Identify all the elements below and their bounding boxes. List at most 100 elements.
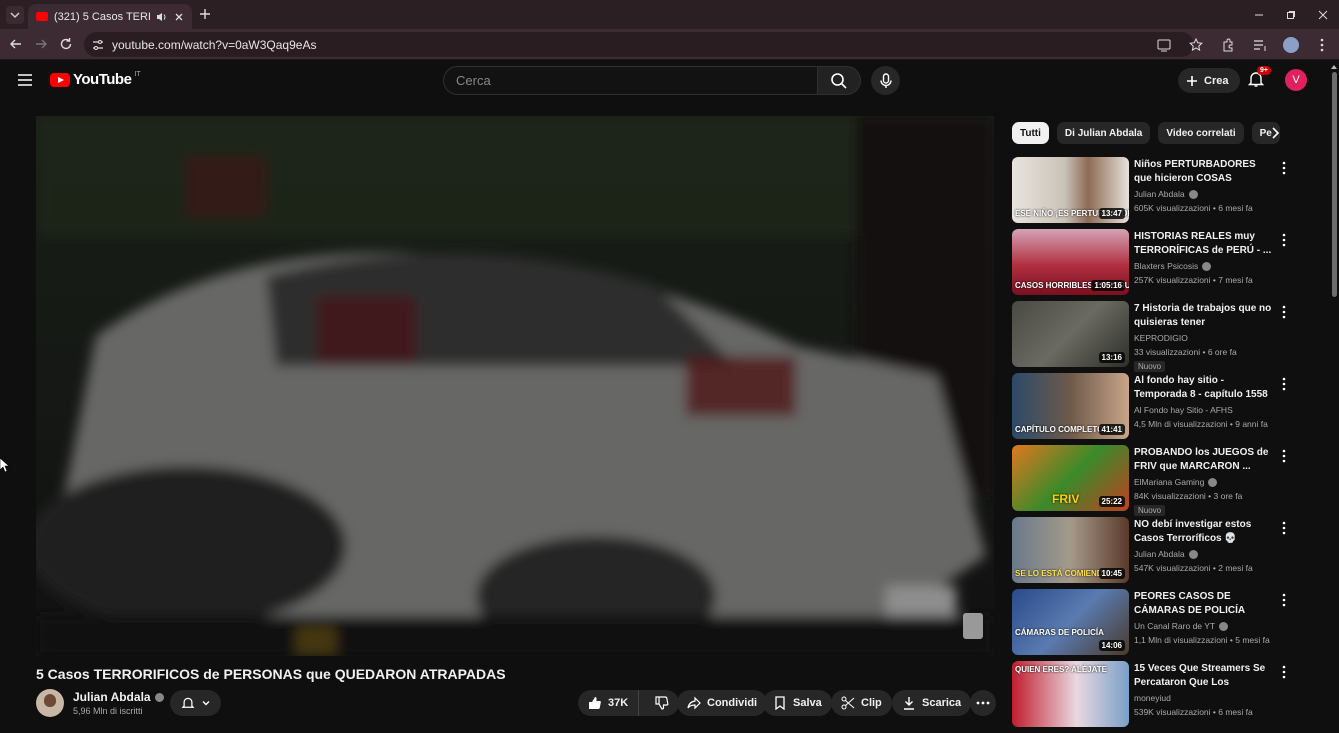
save-button[interactable]: Salva: [763, 690, 832, 716]
reload-icon[interactable]: [58, 36, 74, 52]
video-player[interactable]: [36, 116, 994, 656]
dislike-button[interactable]: [645, 696, 679, 710]
more-vertical-icon[interactable]: [1282, 377, 1286, 391]
media-control-icon[interactable]: [1251, 36, 1269, 54]
video-thumbnail[interactable]: CASOS HORRIBLES EN PERU 1:05:16: [1012, 229, 1129, 295]
recommendation-item[interactable]: CÁMARAS DE POLICÍA 14:06 PEORES CASOS DE…: [1012, 589, 1302, 661]
recommendation-item[interactable]: CAPÍTULO COMPLETO 1558 41:41 Al fondo ha…: [1012, 373, 1302, 445]
video-thumbnail[interactable]: SE LO ESTÁ COMIENDO 10:45: [1012, 517, 1129, 583]
clip-button[interactable]: Clip: [831, 690, 892, 716]
recommendation-item[interactable]: CASOS HORRIBLES EN PERU 1:05:16 HISTORIA…: [1012, 229, 1302, 301]
channel-name-wrap[interactable]: Julian Abdala: [73, 690, 164, 704]
channel-name[interactable]: Julian Abdala: [1134, 189, 1185, 199]
browser-tab-active[interactable]: (321) 5 Casos TERRORIFIC: [28, 4, 192, 29]
video-title[interactable]: HISTORIAS REALES muy TERRORÍFICAS de PER…: [1134, 230, 1274, 258]
recommendation-item[interactable]: ESE NIÑO ¡ES PERTURBADOR 13:47 Niños PER…: [1012, 157, 1302, 229]
hamburger-menu-icon[interactable]: [17, 73, 33, 87]
subscribed-bell-button[interactable]: [170, 690, 221, 716]
scissors-icon: [841, 696, 855, 710]
channel-name-wrap: KEPRODIGIO: [1134, 333, 1188, 343]
tab-search-button[interactable]: [6, 6, 24, 24]
save-label: Salva: [793, 697, 822, 709]
video-meta: 257K visualizzazioni • 7 mesi fa: [1134, 275, 1253, 285]
more-actions-button[interactable]: [970, 690, 996, 716]
channel-name[interactable]: Al Fondo hay Sitio - AFHS: [1134, 405, 1233, 415]
subscriber-count: 5,96 Mln di iscritti: [73, 706, 143, 716]
notifications-button[interactable]: 9+: [1247, 66, 1271, 88]
channel-name[interactable]: Blaxters Psicosis: [1134, 261, 1198, 271]
more-vertical-icon[interactable]: [1282, 593, 1286, 607]
extensions-icon[interactable]: [1219, 36, 1237, 54]
channel-watermark[interactable]: [963, 613, 983, 639]
bookmark-star-icon[interactable]: [1187, 36, 1205, 54]
chevron-right-icon[interactable]: [1266, 124, 1284, 142]
channel-avatar[interactable]: [36, 689, 64, 717]
video-meta: 4,5 Mln di visualizzazioni • 9 anni fa: [1134, 419, 1268, 429]
close-window-button[interactable]: [1307, 0, 1339, 29]
recommendation-item[interactable]: SE LO ESTÁ COMIENDO 10:45 NO debí invest…: [1012, 517, 1302, 589]
recommendation-item[interactable]: 13:16 7 Historia de trabajos que no quis…: [1012, 301, 1302, 373]
channel-name[interactable]: ElMariana Gaming: [1134, 477, 1204, 487]
channel-name[interactable]: Julian Abdala: [1134, 549, 1185, 559]
recommendation-item[interactable]: QUIEN ERES? ALÉJATE 15 Veces Que Streame…: [1012, 661, 1302, 733]
chip-from-channel[interactable]: Di Julian Abdala: [1056, 122, 1151, 144]
scroll-up-icon[interactable]: [1331, 64, 1337, 70]
more-vertical-icon[interactable]: [1282, 305, 1286, 319]
video-owner-row: Julian Abdala 5,96 Mln di iscritti 37K C…: [36, 689, 996, 720]
minimize-button[interactable]: [1243, 0, 1275, 29]
back-arrow-icon[interactable]: [8, 36, 24, 52]
more-vertical-icon[interactable]: [1282, 665, 1286, 679]
search-button[interactable]: [817, 66, 861, 95]
chip-all[interactable]: Tutti: [1012, 122, 1049, 144]
restore-button[interactable]: [1275, 0, 1307, 29]
more-vertical-icon[interactable]: [1282, 521, 1286, 535]
more-vertical-icon[interactable]: [1282, 161, 1286, 175]
verified-icon: [1219, 621, 1229, 631]
channel-name[interactable]: Un Canal Raro de YT: [1134, 621, 1215, 631]
cast-icon[interactable]: [1155, 36, 1173, 54]
speaker-icon[interactable]: [156, 11, 168, 23]
video-title[interactable]: PROBANDO los JUEGOS de FRIV que MARCARON…: [1134, 446, 1274, 474]
video-title[interactable]: Niños PERTURBADORES que hicieron COSAS E…: [1134, 158, 1274, 186]
browser-menu-icon[interactable]: [1313, 36, 1331, 54]
video-title[interactable]: PEORES CASOS DE CÁMARAS DE POLICÍA: [1134, 590, 1274, 618]
video-title[interactable]: Al fondo hay sitio - Temporada 8 - capít…: [1134, 374, 1274, 402]
channel-name[interactable]: Julian Abdala: [73, 690, 151, 704]
forward-arrow-icon[interactable]: [33, 36, 49, 52]
download-button[interactable]: Scarica: [892, 690, 972, 716]
voice-search-button[interactable]: [871, 66, 900, 95]
scrollbar-thumb[interactable]: [1332, 72, 1337, 297]
channel-name[interactable]: KEPRODIGIO: [1134, 333, 1188, 343]
video-title[interactable]: 15 Veces Que Streamers Se Percataron Que…: [1134, 662, 1274, 690]
youtube-logo[interactable]: YouTube IT: [50, 71, 141, 88]
verified-icon: [1202, 261, 1212, 271]
video-thumbnail[interactable]: QUIEN ERES? ALÉJATE: [1012, 661, 1129, 727]
search-box[interactable]: [443, 66, 818, 95]
duration-badge: 41:41: [1098, 424, 1125, 435]
verified-icon: [1208, 477, 1218, 487]
video-thumbnail[interactable]: CÁMARAS DE POLICÍA 14:06: [1012, 589, 1129, 655]
video-title[interactable]: 7 Historia de trabajos que no quisieras …: [1134, 302, 1274, 330]
search-input[interactable]: [456, 73, 817, 88]
site-settings-icon[interactable]: [92, 39, 104, 51]
video-thumbnail[interactable]: CAPÍTULO COMPLETO 1558 41:41: [1012, 373, 1129, 439]
video-thumbnail[interactable]: FRIV 25:22: [1012, 445, 1129, 511]
close-tab-icon[interactable]: [174, 12, 184, 22]
account-avatar[interactable]: V: [1285, 69, 1307, 91]
more-vertical-icon[interactable]: [1282, 233, 1286, 247]
new-tab-icon[interactable]: [196, 5, 214, 23]
video-thumbnail[interactable]: ESE NIÑO ¡ES PERTURBADOR 13:47: [1012, 157, 1129, 223]
create-button[interactable]: Crea: [1178, 68, 1241, 93]
address-bar[interactable]: youtube.com/watch?v=0aW3Qaq9eAs: [84, 32, 1194, 57]
browser-profile-avatar[interactable]: [1283, 37, 1299, 53]
youtube-play-icon: [50, 72, 70, 87]
recommendation-item[interactable]: FRIV 25:22 PROBANDO los JUEGOS de FRIV q…: [1012, 445, 1302, 517]
more-vertical-icon[interactable]: [1282, 449, 1286, 463]
chip-related[interactable]: Video correlati: [1158, 122, 1244, 144]
video-thumbnail[interactable]: 13:16: [1012, 301, 1129, 367]
page-scrollbar[interactable]: [1331, 64, 1337, 720]
like-button[interactable]: 37K: [578, 690, 640, 716]
video-title[interactable]: NO debí investigar estos Casos Terrorífi…: [1134, 518, 1274, 546]
channel-name[interactable]: moneyiud: [1134, 693, 1171, 703]
share-button[interactable]: Condividi: [677, 690, 768, 716]
